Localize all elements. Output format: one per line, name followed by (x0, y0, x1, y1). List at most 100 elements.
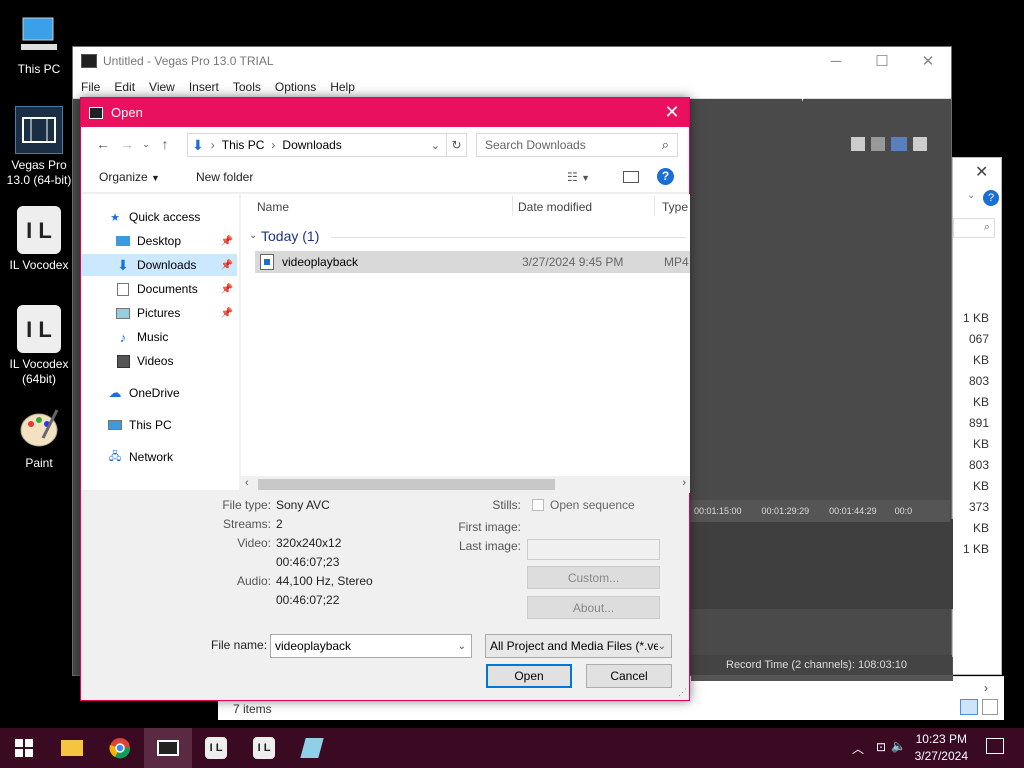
desktop-icon-this-pc[interactable]: This PC (0, 10, 78, 77)
search-box[interactable]: ⌕ (953, 218, 995, 238)
address-dropdown-icon[interactable]: ⌄ (431, 139, 440, 152)
back-arrow-icon[interactable]: ← (91, 136, 115, 152)
organize-button[interactable]: Organize ▼ (99, 170, 160, 184)
audio-icon[interactable] (891, 137, 907, 151)
breadcrumb-downloads[interactable]: Downloads (282, 138, 341, 152)
split-screen-icon[interactable] (871, 137, 885, 151)
close-icon[interactable]: ✕ (661, 102, 683, 123)
taskbar: I L I L ︿ ⊡ 🔈 10:23 PM 3/27/2024 (0, 728, 1024, 768)
record-time-status: Record Time (2 channels): 108:03:10 (726, 659, 907, 671)
column-name[interactable]: Name (257, 200, 289, 214)
new-folder-button[interactable]: New folder (196, 170, 253, 184)
file-type-select[interactable]: All Project and Media Files (*.ve ⌄ (485, 634, 672, 658)
nav-music[interactable]: ♪ Music (81, 326, 237, 348)
horizontal-scrollbar[interactable]: ‹ › (241, 476, 690, 493)
preview-settings-icon[interactable] (851, 137, 865, 151)
file-list: Name Date modified Type ⌄ Today (1) vide… (241, 194, 690, 490)
desktop-icon-il-vocodex[interactable]: I L IL Vocodex (0, 206, 78, 273)
taskbar-il-vocodex-64[interactable]: I L (240, 728, 288, 768)
paint-palette-icon (15, 404, 63, 452)
menu-edit[interactable]: Edit (114, 80, 135, 94)
nav-documents[interactable]: Documents 📌 (81, 278, 237, 300)
last-image-field[interactable] (527, 539, 660, 560)
desktop-icon-label: Vegas Pro 13.0 (64-bit) (6, 158, 72, 187)
grid-icon[interactable] (913, 137, 927, 151)
close-icon[interactable]: ✕ (975, 162, 988, 182)
taskbar-paint[interactable] (288, 728, 336, 768)
system-clock[interactable]: 10:23 PM 3/27/2024 (915, 731, 968, 765)
nav-downloads[interactable]: ⬇ Downloads 📌 (81, 254, 237, 276)
nav-desktop[interactable]: Desktop 📌 (81, 230, 237, 252)
menu-tools[interactable]: Tools (233, 80, 261, 94)
scroll-left-icon[interactable]: ‹ (245, 477, 249, 489)
il-logo-icon: I L (253, 737, 275, 759)
scroll-right-icon[interactable]: › (682, 477, 686, 489)
nav-pictures[interactable]: Pictures 📌 (81, 302, 237, 324)
refresh-icon[interactable]: ↻ (446, 134, 466, 156)
close-icon[interactable]: ✕ (905, 47, 951, 75)
menu-insert[interactable]: Insert (189, 80, 219, 94)
column-divider[interactable] (654, 196, 655, 216)
minimize-icon[interactable]: ─ (813, 47, 859, 75)
chevron-down-icon[interactable]: ⌄ (458, 641, 466, 652)
taskbar-chrome[interactable] (96, 728, 144, 768)
menu-options[interactable]: Options (275, 80, 316, 94)
notification-center-icon[interactable] (986, 738, 1004, 754)
open-button[interactable]: Open (486, 664, 572, 688)
up-arrow-icon[interactable]: ↑ (153, 136, 177, 152)
mouse-cursor (802, 84, 809, 102)
open-dialog: Open ✕ ← → ⌄ ↑ ⬇ › This PC › Downloads ⌄… (80, 97, 690, 701)
about-button[interactable]: About... (527, 596, 660, 619)
nav-onedrive[interactable]: ☁ OneDrive (81, 382, 237, 404)
nav-network[interactable]: 🖧 Network (81, 446, 237, 468)
nav-videos[interactable]: Videos (81, 350, 237, 372)
taskbar-file-explorer[interactable] (48, 728, 96, 768)
recent-locations-icon[interactable]: ⌄ (139, 139, 153, 150)
taskbar-vegas[interactable] (144, 728, 192, 768)
maximize-icon[interactable]: ☐ (859, 47, 905, 75)
file-name-label: File name: (211, 638, 268, 652)
taskbar-il-vocodex[interactable]: I L (192, 728, 240, 768)
forward-arrow-icon[interactable]: → (115, 136, 139, 152)
desktop-icon-vegas[interactable]: Vegas Pro 13.0 (64-bit) (0, 106, 78, 188)
chevron-down-icon[interactable]: ⌄ (967, 190, 975, 201)
network-status-icon[interactable]: ⊡ (876, 740, 886, 754)
desktop-icon-paint[interactable]: Paint (0, 404, 78, 471)
column-divider[interactable] (512, 196, 513, 216)
menu-file[interactable]: File (81, 80, 100, 94)
file-name-input[interactable]: videoplayback ⌄ (270, 634, 472, 658)
open-sequence-checkbox[interactable] (532, 499, 544, 511)
chrome-icon (109, 738, 131, 759)
resize-grip-icon[interactable]: ⋰ (678, 687, 687, 698)
scrollbar-thumb[interactable] (258, 479, 555, 490)
desktop-icon-label: IL Vocodex (9, 258, 69, 272)
volume-muted-icon[interactable]: 🔈 (891, 739, 906, 753)
start-button[interactable] (0, 728, 48, 768)
file-name-value: videoplayback (275, 639, 352, 653)
file-row[interactable]: videoplayback 3/27/2024 9:45 PM MP4 (255, 251, 690, 273)
timecode-label: 00:01:29:29 (761, 506, 810, 516)
view-options-icon[interactable]: ☷ ▼ (567, 170, 590, 184)
address-bar[interactable]: ⬇ › This PC › Downloads ⌄ ↻ (187, 133, 467, 157)
show-hidden-icons-icon[interactable]: ︿ (852, 740, 864, 757)
help-icon[interactable]: ? (657, 168, 674, 185)
menu-help[interactable]: Help (330, 80, 355, 94)
group-header-today[interactable]: Today (1) (261, 228, 319, 244)
custom-button[interactable]: Custom... (527, 566, 660, 589)
details-view-icon[interactable] (960, 699, 978, 715)
nav-quick-access[interactable]: ★ Quick access (81, 206, 237, 228)
timeline-area[interactable] (691, 519, 953, 609)
breadcrumb-this-pc[interactable]: This PC (222, 138, 265, 152)
scroll-right-icon[interactable]: › (984, 681, 988, 695)
column-date-modified[interactable]: Date modified (518, 200, 592, 214)
search-input[interactable]: Search Downloads ⌕ (476, 133, 678, 157)
column-type[interactable]: Type (662, 200, 688, 214)
nav-this-pc[interactable]: This PC (81, 414, 237, 436)
large-icons-view-icon[interactable] (982, 699, 998, 715)
collapse-group-icon[interactable]: ⌄ (249, 230, 257, 241)
preview-pane-icon[interactable] (623, 170, 639, 183)
desktop-icon-il-vocodex-64[interactable]: I L IL Vocodex (64bit) (0, 305, 78, 387)
help-icon[interactable]: ? (983, 190, 999, 206)
menu-view[interactable]: View (149, 80, 175, 94)
cancel-button[interactable]: Cancel (586, 664, 672, 688)
